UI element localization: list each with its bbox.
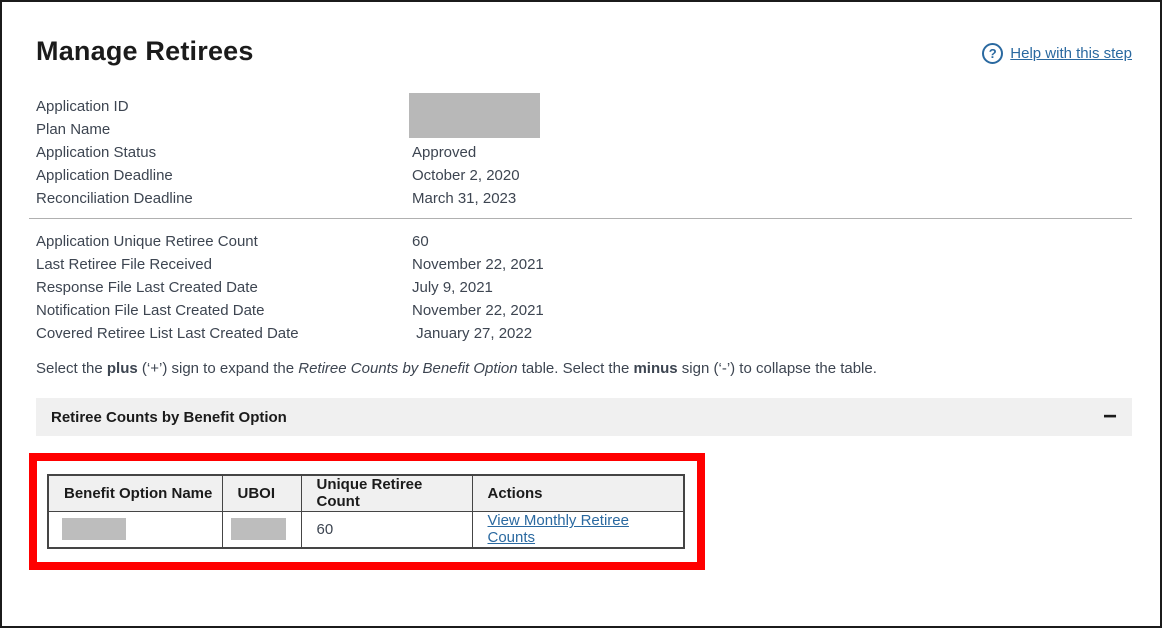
field-row-reconciliation-deadline: Reconciliation Deadline March 31, 2023 (36, 187, 1132, 210)
field-label: Covered Retiree List Last Created Date (36, 325, 412, 342)
column-header-benefit-option-name: Benefit Option Name (48, 475, 222, 511)
column-header-unique-retiree-count: Unique Retiree Count (301, 475, 472, 511)
field-value: March 31, 2023 (412, 190, 516, 207)
cell-actions: View Monthly Retiree Counts (472, 511, 684, 548)
field-value: July 9, 2021 (412, 279, 493, 296)
application-summary-fields: Application ID Plan Name Application Sta… (36, 95, 1132, 210)
retiree-file-summary-fields: Application Unique Retiree Count 60 Last… (36, 230, 1132, 345)
field-label: Reconciliation Deadline (36, 190, 412, 207)
redacted-value-block (231, 518, 286, 540)
cell-uboi (222, 511, 301, 548)
highlight-box: Benefit Option Name UBOI Unique Retiree … (29, 453, 705, 570)
field-row-covered-retiree-list-date: Covered Retiree List Last Created Date J… (36, 322, 1132, 345)
cell-benefit-option-name (48, 511, 222, 548)
field-value: January 27, 2022 (412, 325, 532, 342)
section-divider (29, 218, 1132, 219)
accordion-title: Retiree Counts by Benefit Option (51, 409, 287, 426)
redacted-value-block (62, 518, 126, 540)
field-label: Application Unique Retiree Count (36, 233, 412, 250)
field-value: Approved (412, 144, 476, 161)
field-label: Application Status (36, 144, 412, 161)
redacted-value-block (409, 93, 540, 138)
field-label: Notification File Last Created Date (36, 302, 412, 319)
field-value: November 22, 2021 (412, 302, 544, 319)
question-circle-icon: ? (982, 43, 1003, 64)
help-link-label: Help with this step (1010, 45, 1132, 62)
expand-collapse-instruction: Select the plus (‘+’) sign to expand the… (36, 360, 1132, 383)
field-value: November 22, 2021 (412, 256, 544, 273)
field-label: Application Deadline (36, 167, 412, 184)
minus-icon[interactable]: − (1103, 405, 1117, 429)
table-row: 60 View Monthly Retiree Counts (48, 511, 684, 548)
field-row-response-file-date: Response File Last Created Date July 9, … (36, 276, 1132, 299)
page-title: Manage Retirees (36, 36, 254, 67)
field-label: Plan Name (36, 121, 412, 138)
retiree-counts-table: Benefit Option Name UBOI Unique Retiree … (47, 474, 685, 549)
field-value: October 2, 2020 (412, 167, 520, 184)
field-row-application-status: Application Status Approved (36, 141, 1132, 164)
table-header-row: Benefit Option Name UBOI Unique Retiree … (48, 475, 684, 511)
accordion-header-retiree-counts[interactable]: Retiree Counts by Benefit Option − (36, 398, 1132, 436)
field-row-last-retiree-file: Last Retiree File Received November 22, … (36, 253, 1132, 276)
cell-unique-retiree-count: 60 (301, 511, 472, 548)
field-row-notification-file-date: Notification File Last Created Date Nove… (36, 299, 1132, 322)
field-label: Application ID (36, 98, 412, 115)
field-row-plan-name: Plan Name (36, 118, 1132, 141)
field-row-application-id: Application ID (36, 95, 1132, 118)
field-label: Response File Last Created Date (36, 279, 412, 296)
manage-retirees-page: Manage Retirees ? Help with this step Ap… (0, 0, 1162, 628)
column-header-actions: Actions (472, 475, 684, 511)
page-header: Manage Retirees ? Help with this step (36, 36, 1132, 67)
field-row-unique-retiree-count: Application Unique Retiree Count 60 (36, 230, 1132, 253)
field-row-application-deadline: Application Deadline October 2, 2020 (36, 164, 1132, 187)
field-value: 60 (412, 233, 429, 250)
column-header-uboi: UBOI (222, 475, 301, 511)
help-link[interactable]: ? Help with this step (982, 43, 1132, 64)
field-label: Last Retiree File Received (36, 256, 412, 273)
view-monthly-retiree-counts-link[interactable]: View Monthly Retiree Counts (488, 512, 629, 546)
